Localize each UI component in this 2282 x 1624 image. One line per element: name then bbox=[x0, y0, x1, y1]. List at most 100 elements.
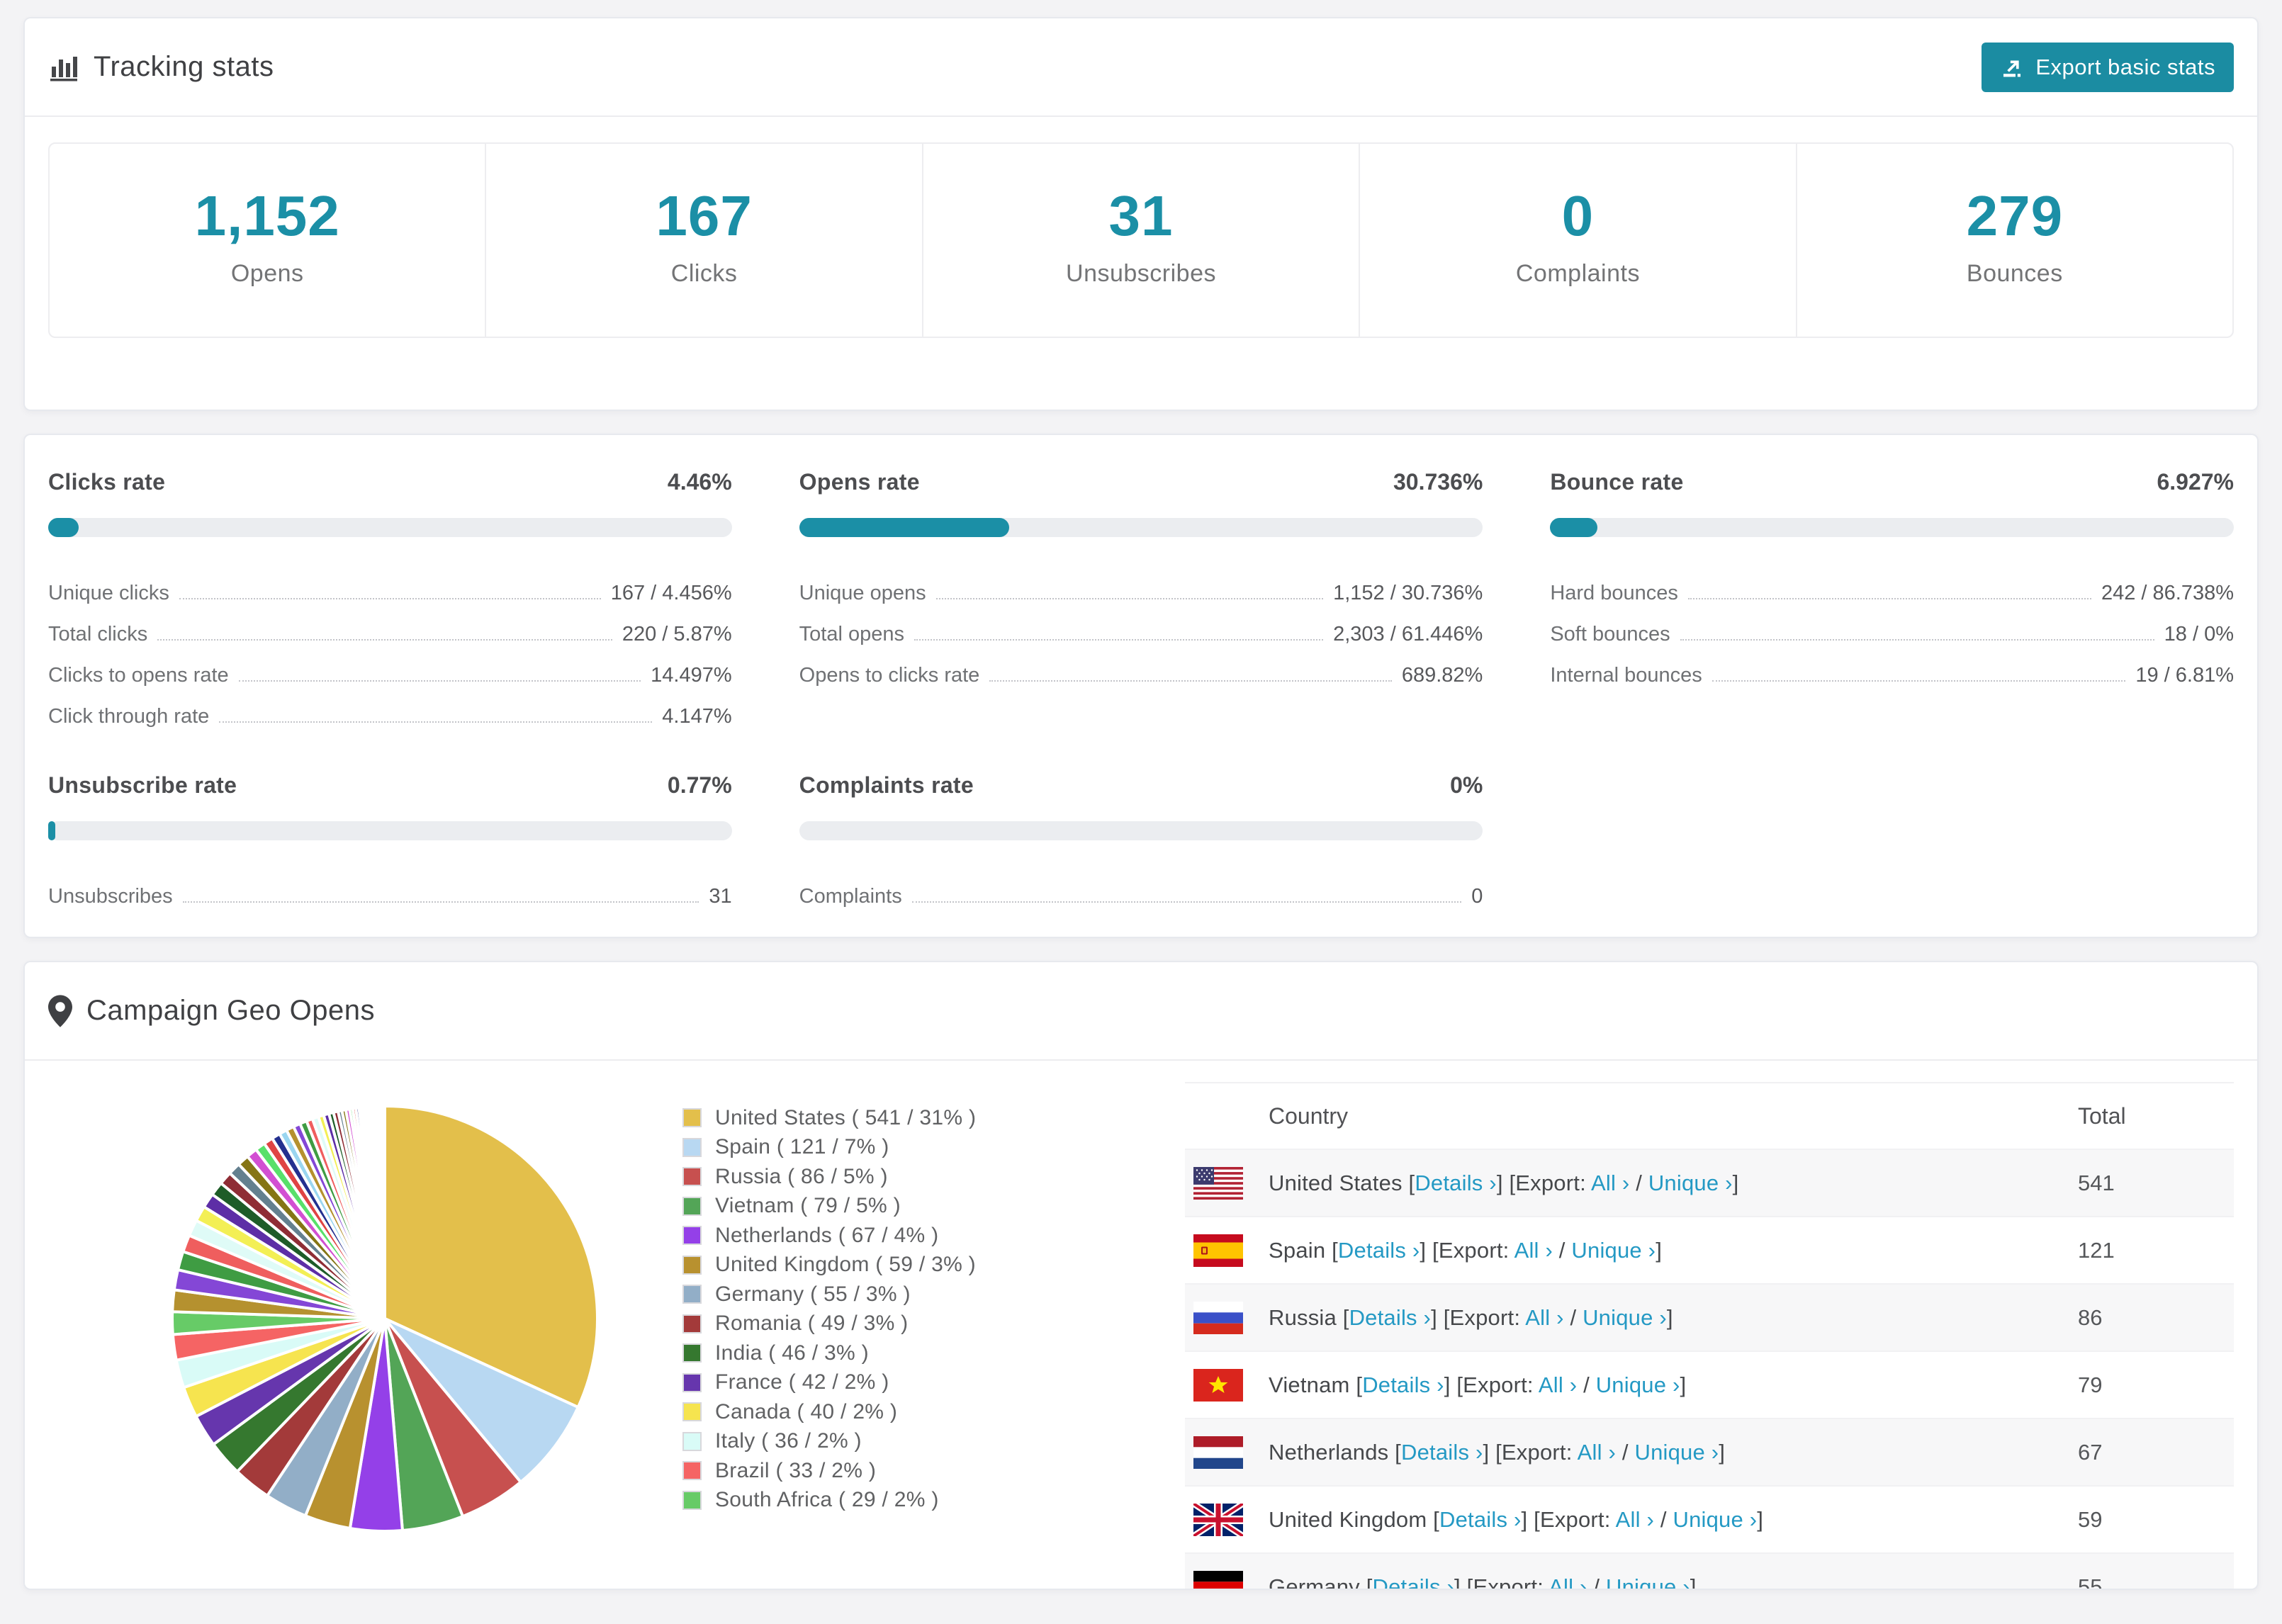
export-unique-link[interactable]: Unique › bbox=[1596, 1372, 1680, 1397]
export-unique-link[interactable]: Unique › bbox=[1571, 1238, 1656, 1263]
detail-value: 220 / 5.87% bbox=[622, 623, 732, 645]
detail-value: 14.497% bbox=[651, 664, 732, 687]
geo-table-row-united-states: United States [Details ›] [Export: All ›… bbox=[1185, 1149, 2234, 1216]
geo-title: Campaign Geo Opens bbox=[86, 995, 376, 1026]
legend-swatch bbox=[682, 1108, 702, 1128]
dotted-leader bbox=[989, 680, 1392, 682]
detail-label: Hard bounces bbox=[1550, 582, 1678, 604]
detail-label: Complaints bbox=[799, 885, 902, 908]
dotted-leader bbox=[914, 639, 1324, 641]
export-unique-link[interactable]: Unique › bbox=[1634, 1440, 1719, 1465]
stat-box-complaints: 0 Complaints bbox=[1360, 144, 1797, 337]
details-link[interactable]: Details › bbox=[1415, 1171, 1497, 1195]
rate-detail-row: Total opens 2,303 / 61.446% bbox=[799, 608, 1483, 649]
de-flag-icon bbox=[1193, 1570, 1243, 1589]
rate-detail-row: Soft bounces 18 / 0% bbox=[1550, 608, 2234, 649]
us-flag-icon bbox=[1193, 1166, 1243, 1200]
legend-label: Canada ( 40 / 2% ) bbox=[715, 1399, 898, 1423]
details-link[interactable]: Details › bbox=[1373, 1574, 1455, 1589]
gb-flag-icon bbox=[1193, 1503, 1243, 1536]
details-link[interactable]: Details › bbox=[1362, 1372, 1444, 1397]
geo-table-row-vietnam: Vietnam [Details ›] [Export: All › / Uni… bbox=[1185, 1350, 2234, 1418]
export-unique-link[interactable]: Unique › bbox=[1648, 1171, 1733, 1195]
export-all-link[interactable]: All › bbox=[1548, 1574, 1587, 1589]
tracking-stats-card: Tracking stats Export basic stats 1,152 O… bbox=[23, 17, 2259, 411]
dotted-leader bbox=[1712, 680, 2126, 682]
pie-slice-other-63 bbox=[382, 1104, 386, 1319]
stat-value: 0 bbox=[1561, 184, 1595, 247]
geo-opens-pie-chart bbox=[171, 1104, 599, 1533]
legend-item-netherlands: Netherlands ( 67 / 4% ) bbox=[682, 1221, 976, 1251]
export-all-link[interactable]: All › bbox=[1591, 1171, 1629, 1195]
geo-table-row-spain: Spain [Details ›] [Export: All › / Uniqu… bbox=[1185, 1216, 2234, 1283]
detail-value: 31 bbox=[709, 885, 732, 908]
legend-item-france: France ( 42 / 2% ) bbox=[682, 1368, 976, 1398]
stat-box-unsubscribes: 31 Unsubscribes bbox=[923, 144, 1361, 337]
detail-label: Total opens bbox=[799, 623, 904, 645]
legend-label: Germany ( 55 / 3% ) bbox=[715, 1282, 911, 1306]
rate-title: Opens rate bbox=[799, 469, 920, 495]
country-cell: Vietnam [Details ›] [Export: All › / Uni… bbox=[1269, 1372, 1687, 1397]
legend-item-united-kingdom: United Kingdom ( 59 / 3% ) bbox=[682, 1251, 976, 1280]
details-link[interactable]: Details › bbox=[1401, 1440, 1483, 1465]
export-all-link[interactable]: All › bbox=[1514, 1238, 1553, 1263]
rate-progress-track bbox=[48, 821, 732, 840]
dotted-leader bbox=[238, 680, 641, 682]
legend-label: Vietnam ( 79 / 5% ) bbox=[715, 1194, 901, 1218]
country-cell: Netherlands [Details ›] [Export: All › /… bbox=[1269, 1439, 1726, 1465]
stat-value: 1,152 bbox=[194, 184, 340, 247]
detail-value: 167 / 4.456% bbox=[610, 582, 732, 604]
legend-label: Brazil ( 33 / 2% ) bbox=[715, 1458, 877, 1482]
export-basic-stats-button[interactable]: Export basic stats bbox=[1982, 42, 2234, 92]
detail-value: 4.147% bbox=[662, 705, 732, 728]
export-icon bbox=[2000, 55, 2024, 79]
stats-row: 1,152 Opens 167 Clicks 31 Unsubscribes 0 Compla… bbox=[48, 142, 2234, 338]
rate-progress-track bbox=[799, 518, 1483, 537]
export-unique-link[interactable]: Unique › bbox=[1673, 1507, 1758, 1532]
rate-section-bounce-rate: Bounce rate 6.927% Hard bounces 242 / 86.73… bbox=[1550, 469, 2234, 731]
detail-label: Unique clicks bbox=[48, 582, 169, 604]
legend-swatch bbox=[682, 1461, 702, 1481]
pie-area: United States ( 541 / 31% ) Spain ( 121 /… bbox=[48, 1061, 1185, 1589]
legend-swatch bbox=[682, 1490, 702, 1510]
bar-chart-icon bbox=[48, 52, 79, 83]
geo-table: Country Total United States [Details ›] … bbox=[1185, 1082, 2234, 1589]
export-button-label: Export basic stats bbox=[2035, 54, 2215, 79]
legend-item-brazil: Brazil ( 33 / 2% ) bbox=[682, 1456, 976, 1486]
total-cell: 86 bbox=[2078, 1304, 2103, 1330]
stat-label: Opens bbox=[230, 260, 304, 287]
legend-label: Russia ( 86 / 5% ) bbox=[715, 1164, 888, 1188]
rate-title: Bounce rate bbox=[1550, 469, 1684, 495]
rate-title: Clicks rate bbox=[48, 469, 166, 495]
details-link[interactable]: Details › bbox=[1439, 1507, 1522, 1532]
legend-item-vietnam: Vietnam ( 79 / 5% ) bbox=[682, 1192, 976, 1222]
rate-progress-fill bbox=[1550, 518, 1598, 537]
rate-detail-row: Unique clicks 167 / 4.456% bbox=[48, 567, 732, 608]
legend-label: Spain ( 121 / 7% ) bbox=[715, 1135, 889, 1159]
detail-value: 18 / 0% bbox=[2164, 623, 2234, 645]
legend-item-united-states: United States ( 541 / 31% ) bbox=[682, 1103, 976, 1133]
export-unique-link[interactable]: Unique › bbox=[1583, 1305, 1667, 1330]
detail-label: Unsubscribes bbox=[48, 885, 173, 908]
export-all-link[interactable]: All › bbox=[1539, 1372, 1577, 1397]
export-all-link[interactable]: All › bbox=[1525, 1305, 1563, 1330]
export-unique-link[interactable]: Unique › bbox=[1606, 1574, 1690, 1589]
details-link[interactable]: Details › bbox=[1349, 1305, 1432, 1330]
total-cell: 67 bbox=[2078, 1439, 2103, 1465]
geo-content: United States ( 541 / 31% ) Spain ( 121 /… bbox=[25, 1061, 2257, 1589]
geo-table-row-united-kingdom: United Kingdom [Details ›] [Export: All … bbox=[1185, 1485, 2234, 1552]
detail-value: 2,303 / 61.446% bbox=[1333, 623, 1483, 645]
export-all-link[interactable]: All › bbox=[1578, 1440, 1616, 1465]
export-all-link[interactable]: All › bbox=[1616, 1507, 1654, 1532]
legend-label: United Kingdom ( 59 / 3% ) bbox=[715, 1253, 976, 1277]
legend-label: India ( 46 / 3% ) bbox=[715, 1341, 869, 1365]
rate-section-complaints-rate: Complaints rate 0% Complaints 0 bbox=[799, 772, 1483, 911]
country-cell: Spain [Details ›] [Export: All › / Uniqu… bbox=[1269, 1237, 1663, 1263]
page: Tracking stats Export basic stats 1,152 O… bbox=[0, 0, 2282, 1624]
stat-label: Unsubscribes bbox=[1066, 260, 1216, 287]
dotted-leader bbox=[157, 639, 612, 641]
dotted-leader bbox=[935, 598, 1324, 599]
details-link[interactable]: Details › bbox=[1338, 1238, 1420, 1263]
pie-legend: United States ( 541 / 31% ) Spain ( 121 /… bbox=[682, 1103, 976, 1589]
vn-flag-icon bbox=[1193, 1368, 1243, 1402]
